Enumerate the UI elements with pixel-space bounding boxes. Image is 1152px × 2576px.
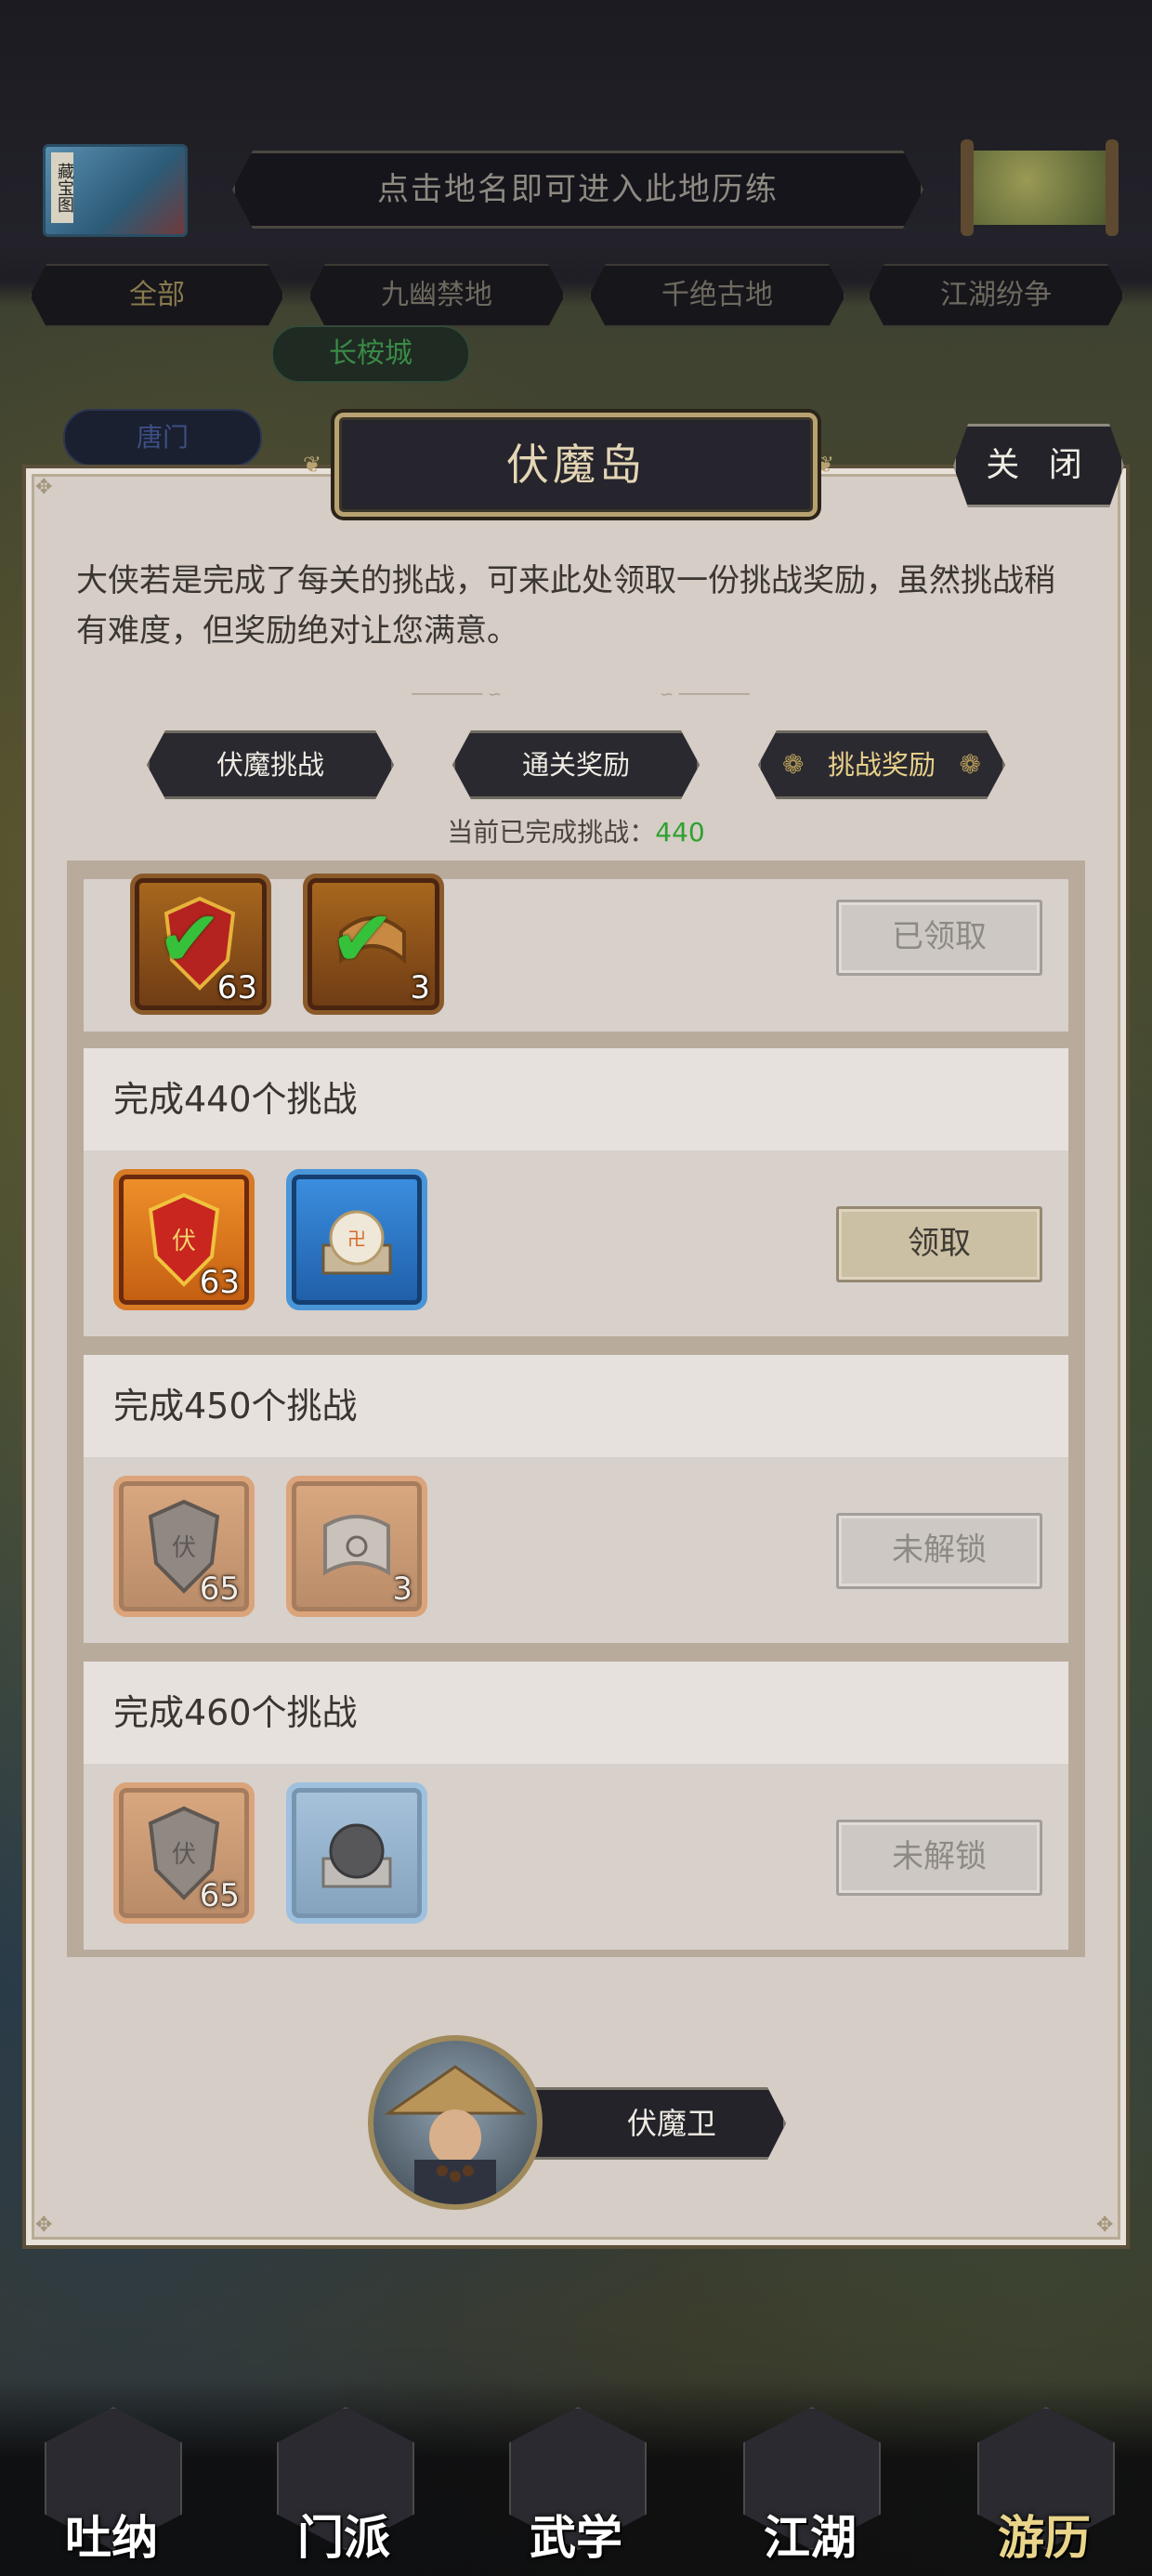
red-shield-token-icon[interactable]: 伏 63	[113, 1169, 255, 1310]
reward-title: 完成440个挑战	[84, 1048, 1068, 1150]
nav-tuna[interactable]: 吐纳	[28, 2407, 195, 2576]
divider-ornament-icon: ∽ ───────	[660, 685, 750, 704]
reward-item-440: 完成440个挑战 伏 63 卍 领取	[84, 1048, 1068, 1336]
tab-challenge-reward[interactable]: ❁ 挑战奖励 ❁	[758, 730, 1005, 799]
challenge-progress: 当前已完成挑战：440	[390, 814, 762, 851]
claim-button[interactable]: 领取	[836, 1206, 1042, 1282]
location-label-tangmen[interactable]: 唐门	[63, 409, 262, 467]
corner-ornament-icon: ✥	[1096, 2214, 1114, 2237]
tab-label: 挑战奖励	[827, 749, 936, 781]
claimed-check-icon: ✔	[330, 893, 396, 984]
nav-label: 武学	[530, 2510, 622, 2565]
locked-button[interactable]: 未解锁	[836, 1513, 1042, 1589]
scroll-token-icon[interactable]: ✔ 3	[303, 874, 444, 1015]
reward-item-460: 完成460个挑战 伏 65 未解锁	[84, 1662, 1068, 1950]
tab-clear-reward[interactable]: 通关奖励	[452, 730, 700, 799]
tab-jiuyou[interactable]: 九幽禁地	[308, 264, 565, 327]
dialog-description: 大侠若是完成了每关的挑战，可来此处领取一份挑战奖励，虽然挑战稍有难度，但奖励绝对…	[76, 562, 1055, 650]
corner-ornament-icon: ✥	[35, 476, 53, 499]
tab-jianghu[interactable]: 江湖纷争	[868, 264, 1124, 327]
reward-item-450: 完成450个挑战 伏 65 3 未解锁	[84, 1355, 1068, 1643]
nav-label: 游历	[998, 2510, 1091, 2565]
map-thumbnail-icon	[974, 151, 1106, 225]
locked-button[interactable]: 未解锁	[836, 1820, 1042, 1896]
nav-youli[interactable]: 游历	[961, 2407, 1128, 2576]
orb-art-icon: 卍	[321, 1210, 392, 1275]
tab-label: 伏魔挑战	[216, 749, 324, 781]
nav-wuxue[interactable]: 武学	[492, 2407, 660, 2576]
shield-token-icon[interactable]: 伏 65	[113, 1782, 255, 1924]
title-wing-icon: ❦	[816, 452, 835, 478]
tab-qianjue[interactable]: 千绝古地	[589, 264, 845, 327]
progress-label: 当前已完成挑战：	[447, 817, 656, 848]
dialog-title: 伏魔岛	[334, 413, 818, 517]
reward-item-claimed: ✔ 63 ✔ 3 已领取	[84, 874, 1068, 1032]
treasure-scroll-button[interactable]: 藏宝图	[43, 144, 188, 237]
scroll-rod-icon	[1106, 139, 1119, 236]
nav-menpai[interactable]: 门派	[260, 2407, 427, 2576]
npc-avatar[interactable]	[368, 2035, 543, 2210]
scroll-art-icon	[323, 1515, 390, 1576]
nav-label: 门派	[297, 2510, 390, 2565]
svg-text:伏: 伏	[172, 1841, 196, 1869]
treasure-scroll-label: 藏宝图	[51, 152, 74, 223]
nav-jianghu[interactable]: 江湖	[727, 2407, 894, 2576]
pearl-orb-icon[interactable]: 卍	[286, 1169, 427, 1310]
scroll-rod-icon	[961, 139, 974, 236]
reward-title: 完成450个挑战	[84, 1355, 1068, 1457]
corner-ornament-icon: ✥	[35, 2214, 53, 2237]
progress-value: 440	[655, 817, 705, 848]
location-hint-banner: 点击地名即可进入此地历练	[232, 151, 923, 229]
nav-label: 江湖	[764, 2510, 857, 2565]
tab-fumo-challenge[interactable]: 伏魔挑战	[147, 730, 394, 799]
npc-name-plate[interactable]: 伏魔卫	[530, 2087, 786, 2160]
svg-text:伏: 伏	[172, 1228, 196, 1255]
shield-token-icon[interactable]: 伏 65	[113, 1476, 255, 1617]
svg-text:伏: 伏	[172, 1534, 196, 1562]
red-shield-token-icon[interactable]: ✔ 63	[130, 874, 271, 1015]
tab-label: 通关奖励	[521, 749, 630, 781]
item-count: 3	[410, 969, 430, 1006]
flower-ornament-icon: ❁	[782, 749, 805, 780]
item-count: 3	[392, 1571, 412, 1608]
orb-art-icon	[321, 1823, 392, 1888]
orb-icon[interactable]	[286, 1782, 427, 1924]
flower-ornament-icon: ❁	[959, 749, 981, 780]
nav-label: 吐纳	[65, 2510, 158, 2565]
item-count: 63	[216, 969, 257, 1006]
city-label-changan[interactable]: 长桉城	[271, 325, 470, 383]
scroll-token-icon[interactable]: 3	[286, 1476, 427, 1617]
reward-list[interactable]: ✔ 63 ✔ 3 已领取 完成440个挑战 伏 63 卍 领取 完成450个挑战…	[67, 861, 1085, 1957]
reward-title: 完成460个挑战	[84, 1662, 1068, 1764]
bamboo-hat-warrior-icon	[384, 2065, 527, 2204]
item-count: 65	[199, 1877, 240, 1914]
divider-ornament-icon: ─────── ∽	[412, 685, 502, 704]
close-button[interactable]: 关 闭	[953, 424, 1124, 507]
claimed-button[interactable]: 已领取	[836, 900, 1042, 976]
item-count: 63	[199, 1264, 240, 1301]
tab-all[interactable]: 全部	[30, 264, 284, 327]
svg-text:卍: 卍	[347, 1228, 366, 1250]
world-map-scroll-button[interactable]	[961, 139, 1119, 236]
claimed-check-icon: ✔	[157, 893, 223, 984]
item-count: 65	[199, 1571, 240, 1608]
